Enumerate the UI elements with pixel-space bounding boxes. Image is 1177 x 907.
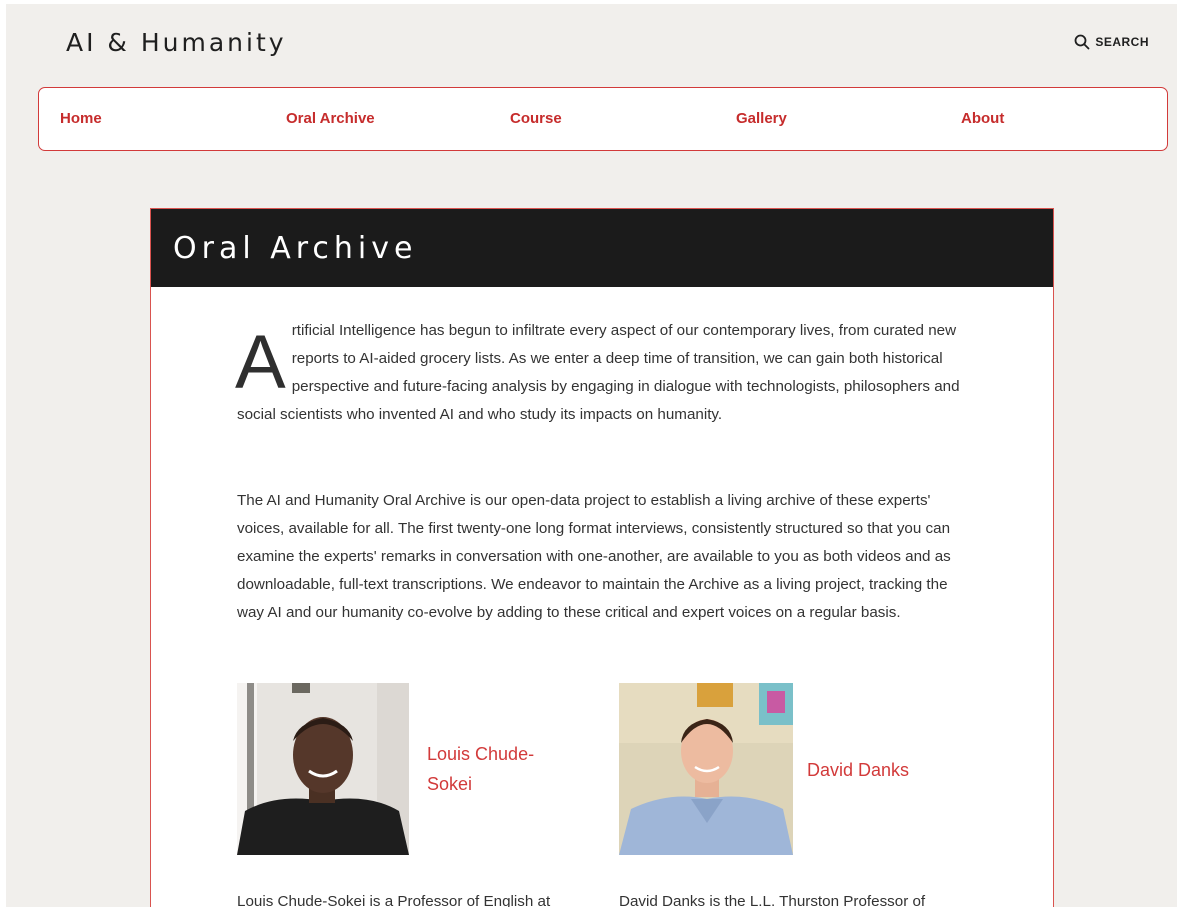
search-icon bbox=[1074, 34, 1090, 50]
person-bio: David Danks is the L.L. Thurston Profess… bbox=[619, 893, 926, 907]
person-photo-david-danks[interactable] bbox=[619, 683, 793, 855]
page-title: Oral Archive bbox=[173, 231, 418, 266]
person-photo-louis-chude-sokei[interactable] bbox=[237, 683, 409, 855]
page-header: Oral Archive bbox=[151, 209, 1053, 287]
nav-item-oral-archive[interactable]: Oral Archive bbox=[286, 110, 375, 127]
search-label: SEARCH bbox=[1095, 35, 1149, 49]
site-title[interactable]: AI & Humanity bbox=[66, 28, 287, 57]
intro-paragraph: Artificial Intelligence has begun to inf… bbox=[235, 317, 969, 429]
intro-text: rtificial Intelligence has begun to infi… bbox=[237, 322, 960, 423]
content-card: Oral Archive Artificial Intelligence has… bbox=[150, 208, 1054, 907]
page-background: AI & Humanity SEARCH Home Oral Archive C… bbox=[6, 4, 1177, 907]
nav-item-about[interactable]: About bbox=[961, 110, 1004, 127]
nav-item-gallery[interactable]: Gallery bbox=[736, 110, 787, 127]
search-button[interactable]: SEARCH bbox=[1074, 34, 1149, 50]
main-nav: Home Oral Archive Course Gallery About bbox=[38, 87, 1168, 151]
person-bio: Louis Chude-Sokei is a Professor of Engl… bbox=[237, 893, 551, 907]
person-name-link[interactable]: Louis Chude-Sokei bbox=[427, 739, 567, 799]
archive-description: The AI and Humanity Oral Archive is our … bbox=[237, 492, 951, 621]
nav-item-home[interactable]: Home bbox=[60, 110, 102, 127]
drop-cap: A bbox=[235, 320, 286, 405]
person-name-link[interactable]: David Danks bbox=[807, 755, 947, 785]
nav-item-course[interactable]: Course bbox=[510, 110, 562, 127]
